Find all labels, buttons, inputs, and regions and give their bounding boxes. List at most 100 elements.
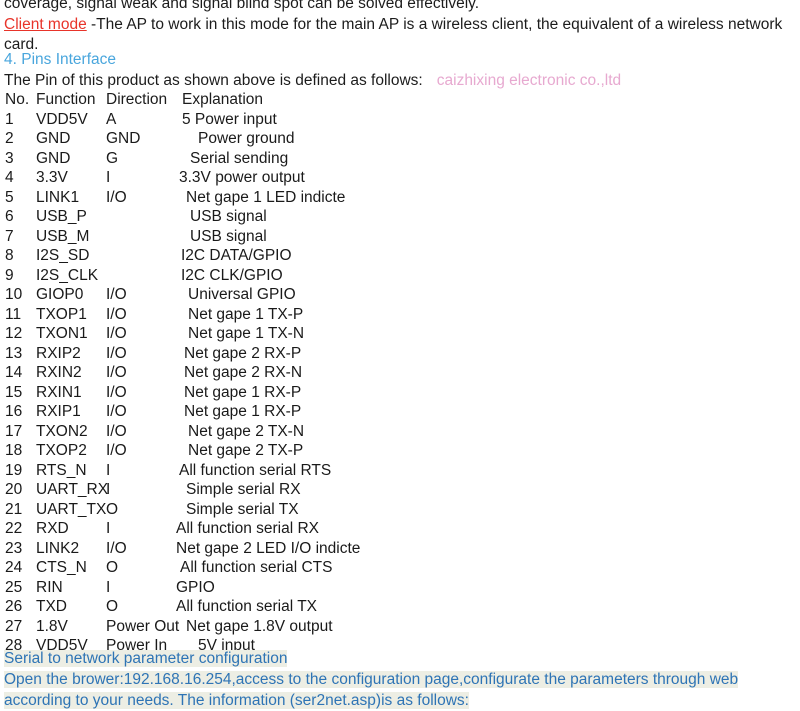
header-explanation: Explanation bbox=[182, 91, 264, 108]
table-row: 15 RXIN1 I/O Net gape 1 RX-P bbox=[0, 383, 800, 403]
cell-direction: GND bbox=[106, 130, 141, 147]
cell-explanation: Net gape 1 LED indicte bbox=[186, 188, 346, 206]
cell-direction: I bbox=[106, 169, 111, 186]
cell-no: 8 bbox=[5, 247, 14, 264]
section-heading-pins-interface: 4. Pins Interface bbox=[4, 51, 117, 68]
client-mode-link[interactable]: Client mode bbox=[4, 16, 87, 33]
cell-no: 24 bbox=[5, 559, 23, 576]
cell-explanation: Net gape 1 RX-P bbox=[184, 403, 302, 420]
table-row: 22 RXD I All function serial RX bbox=[0, 519, 800, 539]
table-body: 1 VDD5V A 5 Power input 2 GND GND Power ground 3… bbox=[0, 110, 800, 656]
cell-explanation: USB signal bbox=[190, 227, 267, 245]
cell-function: TXOP2 bbox=[36, 442, 87, 459]
cell-no: 18 bbox=[5, 442, 23, 459]
table-row: 3 GND G Serial sending bbox=[0, 149, 800, 169]
cell-function: CTS_N bbox=[36, 559, 87, 576]
cell-direction: I/O bbox=[106, 188, 127, 206]
cell-direction: I bbox=[106, 461, 111, 479]
pins-lead-text: The Pin of this product as shown above i… bbox=[4, 72, 423, 89]
intro-paragraphs: coverage, signal weak and signal blind s… bbox=[4, 0, 796, 56]
intro-line-top: coverage, signal weak and signal blind s… bbox=[4, 0, 480, 12]
cell-function: RXIP1 bbox=[36, 403, 81, 420]
footer-line-2: Open the brower:192.168.16.254,access to… bbox=[0, 669, 794, 711]
cell-explanation: All function serial RX bbox=[176, 520, 320, 537]
cell-explanation: 5 Power input bbox=[182, 110, 277, 128]
cell-explanation: USB signal bbox=[190, 208, 267, 225]
cell-explanation: I2C DATA/GPIO bbox=[181, 247, 292, 264]
cell-direction: I/O bbox=[106, 422, 127, 440]
cell-direction: I bbox=[106, 481, 111, 498]
table-row: 9 I2S_CLK I2C CLK/GPIO bbox=[0, 266, 800, 286]
company-watermark: caizhixing electronic co.,ltd bbox=[436, 72, 622, 89]
cell-function: UART_RX bbox=[36, 481, 109, 498]
cell-no: 21 bbox=[5, 500, 23, 518]
cell-function: TXON2 bbox=[36, 422, 88, 440]
table-row: 21 UART_TX O Simple serial TX bbox=[0, 500, 800, 520]
table-row: 5 LINK1 I/O Net gape 1 LED indicte bbox=[0, 188, 800, 208]
cell-function: TXD bbox=[36, 598, 67, 615]
cell-explanation: Net gape 2 RX-N bbox=[184, 364, 303, 381]
table-row: 7 USB_M USB signal bbox=[0, 227, 800, 247]
cell-direction: I bbox=[106, 520, 111, 537]
cell-no: 1 bbox=[5, 110, 14, 128]
cell-no: 9 bbox=[5, 266, 14, 284]
pins-table: No. Function Direction Explanation 1 VDD5… bbox=[0, 90, 800, 656]
cell-function: LINK2 bbox=[36, 539, 80, 557]
table-row: 11 TXOP1 I/O Net gape 1 TX-P bbox=[0, 305, 800, 325]
cell-function: USB_P bbox=[36, 208, 87, 225]
table-row: 4 3.3V I 3.3V power output bbox=[0, 168, 800, 188]
cell-no: 14 bbox=[5, 364, 23, 381]
cell-explanation: Net gape 2 TX-P bbox=[188, 442, 304, 459]
table-row: 13 RXIP2 I/O Net gape 2 RX-P bbox=[0, 344, 800, 364]
cell-direction: I/O bbox=[106, 539, 127, 557]
cell-direction: I/O bbox=[106, 344, 127, 362]
cell-function: RIN bbox=[36, 578, 63, 596]
cell-no: 13 bbox=[5, 344, 23, 362]
cell-no: 12 bbox=[5, 325, 23, 342]
cell-function: RXIP2 bbox=[36, 344, 81, 362]
cell-explanation: Net gape 2 LED I/O indicte bbox=[176, 539, 361, 557]
client-mode-paragraph: Client mode -The AP to work in this mode… bbox=[4, 15, 796, 56]
table-row: 1 VDD5V A 5 Power input bbox=[0, 110, 800, 130]
footer-line-2-text: Open the brower:192.168.16.254,access to… bbox=[4, 671, 739, 709]
cell-no: 4 bbox=[5, 169, 14, 186]
cell-no: 22 bbox=[5, 520, 23, 537]
cell-no: 27 bbox=[5, 617, 23, 635]
header-direction: Direction bbox=[106, 91, 168, 108]
cell-no: 17 bbox=[5, 422, 23, 440]
table-row: 10 GIOP0 I/O Universal GPIO bbox=[0, 285, 800, 305]
cell-no: 7 bbox=[5, 227, 14, 245]
cell-direction: I/O bbox=[106, 305, 127, 323]
cell-function: VDD5V bbox=[36, 110, 88, 128]
document-page: coverage, signal weak and signal blind s… bbox=[0, 0, 800, 709]
cell-explanation: 3.3V power output bbox=[179, 169, 305, 186]
table-row: 18 TXOP2 I/O Net gape 2 TX-P bbox=[0, 441, 800, 461]
cell-explanation: Power ground bbox=[198, 130, 295, 147]
cell-direction: I bbox=[106, 578, 111, 596]
cell-direction: I/O bbox=[106, 325, 127, 342]
cell-explanation: Simple serial TX bbox=[186, 500, 299, 518]
cell-function: GND bbox=[36, 149, 71, 167]
cell-no: 16 bbox=[5, 403, 23, 420]
cell-direction: I/O bbox=[106, 403, 127, 420]
cell-explanation: Net gape 1 RX-P bbox=[184, 383, 302, 401]
cell-function: LINK1 bbox=[36, 188, 80, 206]
cell-explanation: All function serial TX bbox=[176, 598, 317, 615]
cell-no: 19 bbox=[5, 461, 23, 479]
cell-direction: I/O bbox=[106, 364, 127, 381]
table-row: 25 RIN I GPIO bbox=[0, 578, 800, 598]
cell-no: 5 bbox=[5, 188, 14, 206]
cell-direction: I/O bbox=[106, 383, 127, 401]
table-row: 17 TXON2 I/O Net gape 2 TX-N bbox=[0, 422, 800, 442]
cell-function: I2S_SD bbox=[36, 247, 90, 264]
table-row: 2 GND GND Power ground bbox=[0, 129, 800, 149]
cell-no: 2 bbox=[5, 130, 14, 147]
table-header-row: No. Function Direction Explanation bbox=[0, 90, 800, 110]
cell-explanation: All function serial RTS bbox=[179, 461, 332, 479]
table-row: 23 LINK2 I/O Net gape 2 LED I/O indicte bbox=[0, 539, 800, 559]
cell-function: TXOP1 bbox=[36, 305, 87, 323]
cell-function: RXIN2 bbox=[36, 364, 82, 381]
cell-explanation: Net gape 1 TX-P bbox=[188, 305, 304, 323]
pins-lead-line: The Pin of this product as shown above i… bbox=[4, 70, 621, 91]
cell-explanation: Net gape 1 TX-N bbox=[188, 325, 305, 342]
